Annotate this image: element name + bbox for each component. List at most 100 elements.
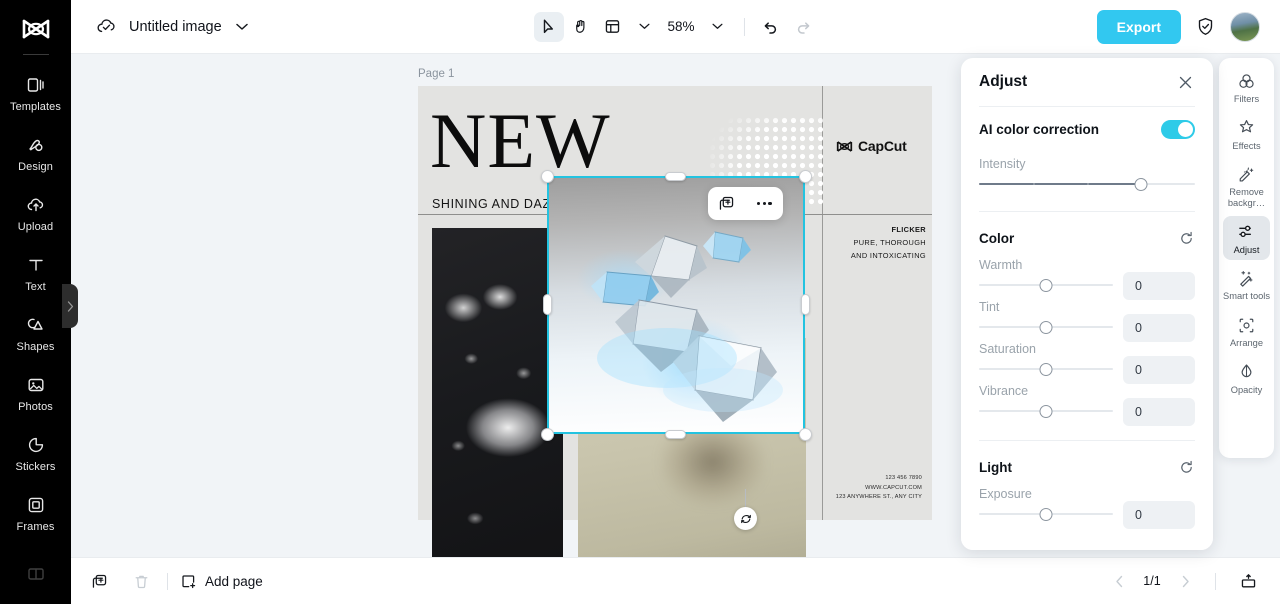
sidebar-item-design[interactable]: Design — [0, 123, 71, 183]
intensity-slider[interactable] — [979, 171, 1195, 197]
resize-handle-bottom-left[interactable] — [541, 428, 554, 441]
layout-tool-button[interactable] — [597, 12, 627, 42]
duplicate-page-icon — [92, 574, 106, 588]
cloud-saved-icon[interactable] — [95, 16, 117, 38]
resize-handle-middle-right[interactable] — [801, 294, 810, 315]
add-page-label: Add page — [205, 573, 263, 589]
capcut-editor-window: Templates Design Upload Text Shapes Phot… — [0, 0, 1280, 604]
design-contact-block[interactable]: 123 456 7890 WWW.CAPCUT.COM 123 ANYWHERE… — [822, 474, 928, 503]
flicker-line-3: AND INTOXICATING — [850, 250, 926, 260]
chevron-right-icon — [1182, 575, 1189, 587]
sidebar-item-label: Upload — [17, 220, 54, 233]
sidebar-collapse-toggle[interactable] — [62, 284, 78, 328]
resize-handle-bottom-center[interactable] — [665, 430, 686, 439]
vibrance-slider-knob[interactable] — [1039, 404, 1053, 418]
duplicate-layer-button[interactable] — [714, 191, 740, 217]
saturation-slider[interactable] — [979, 356, 1113, 382]
sidebar-item-stickers[interactable]: Stickers — [0, 424, 71, 484]
right-tool-adjust[interactable]: Adjust — [1223, 215, 1270, 261]
sidebar-item-frames[interactable]: Frames — [0, 484, 71, 544]
rotate-handle-button[interactable] — [734, 507, 757, 530]
design-flicker-block[interactable]: FLICKER PURE, THOROUGH AND INTOXICATING — [830, 224, 926, 263]
present-button[interactable] — [1234, 567, 1262, 595]
hand-tool-button[interactable] — [565, 12, 595, 42]
resize-handle-middle-left[interactable] — [543, 294, 552, 315]
more-options-button[interactable] — [751, 191, 777, 217]
right-tool-remove-background[interactable]: Remove backgr… — [1223, 158, 1270, 213]
project-menu-chevron-down-icon[interactable] — [234, 19, 250, 35]
shield-check-icon[interactable] — [1195, 16, 1216, 37]
resize-handle-top-center[interactable] — [665, 172, 686, 181]
previous-page-button[interactable] — [1107, 569, 1131, 593]
adjust-panel-header: Adjust — [961, 58, 1213, 106]
intensity-slider-knob[interactable] — [1134, 177, 1148, 191]
right-tool-effects[interactable]: Effects — [1223, 112, 1270, 157]
hand-icon — [576, 19, 585, 33]
exposure-control-row: Exposure 0 — [979, 487, 1195, 529]
undo-button[interactable] — [756, 12, 786, 42]
sidebar-item-label: Stickers — [15, 461, 56, 474]
tint-slider-knob[interactable] — [1039, 320, 1053, 334]
close-icon[interactable] — [1175, 72, 1195, 92]
contact-line-address: 123 ANYWHERE ST., ANY CITY — [835, 494, 922, 500]
sidebar-item-templates[interactable]: Templates — [0, 63, 71, 123]
design-icon — [25, 134, 47, 156]
warmth-value-input[interactable]: 0 — [1123, 272, 1195, 300]
right-tool-filters[interactable]: Filters — [1223, 65, 1270, 110]
zoom-level-value[interactable]: 58% — [661, 19, 700, 34]
resize-handle-top-left[interactable] — [541, 170, 554, 183]
exposure-value-input[interactable]: 0 — [1123, 501, 1195, 529]
add-page-icon — [180, 573, 197, 590]
tint-value-input[interactable]: 0 — [1123, 314, 1195, 342]
smart-tools-wand-icon — [1237, 268, 1257, 288]
next-page-button[interactable] — [1173, 569, 1197, 593]
zoom-chevron-down-icon[interactable] — [703, 12, 733, 42]
sidebar-item-more[interactable] — [0, 544, 71, 604]
exposure-slider[interactable] — [979, 501, 1113, 527]
color-reset-icon[interactable] — [1177, 229, 1195, 247]
redo-arrow-icon — [797, 21, 809, 34]
right-tool-opacity[interactable]: Opacity — [1223, 356, 1270, 401]
vibrance-slider[interactable] — [979, 398, 1113, 424]
redo-button[interactable] — [788, 12, 818, 42]
vibrance-value-input[interactable]: 0 — [1123, 398, 1195, 426]
resize-handle-top-right[interactable] — [799, 170, 812, 183]
tint-slider[interactable] — [979, 314, 1113, 340]
remove-background-icon — [1237, 164, 1257, 184]
saturation-slider-knob[interactable] — [1039, 362, 1053, 376]
slider-tick — [1033, 183, 1035, 185]
design-headline[interactable]: NEW — [430, 101, 611, 179]
design-photo-bw-diamonds[interactable] — [432, 228, 563, 557]
chevron-left-icon — [1115, 575, 1122, 587]
export-button[interactable]: Export — [1096, 9, 1181, 44]
sidebar-item-upload[interactable]: Upload — [0, 183, 71, 243]
sidebar-item-text[interactable]: Text — [0, 243, 71, 303]
right-tool-label: Remove backgr… — [1227, 187, 1266, 209]
sidebar-item-photos[interactable]: Photos — [0, 364, 71, 424]
sidebar-item-label: Design — [18, 160, 53, 173]
ai-color-correction-toggle[interactable] — [1161, 119, 1195, 139]
right-tool-arrange[interactable]: Arrange — [1223, 309, 1270, 354]
right-tool-smart-tools[interactable]: Smart tools — [1223, 262, 1270, 307]
project-title[interactable]: Untitled image — [129, 19, 222, 35]
sidebar-item-shapes[interactable]: Shapes — [0, 303, 71, 363]
light-reset-icon[interactable] — [1177, 458, 1195, 476]
bottom-divider — [167, 572, 168, 590]
capcut-logo-icon[interactable] — [16, 10, 56, 48]
duplicate-page-button[interactable] — [85, 567, 113, 595]
vibrance-control-row: Vibrance 0 — [979, 384, 1195, 426]
ai-color-correction-row: AI color correction — [979, 107, 1195, 151]
warmth-slider[interactable] — [979, 272, 1113, 298]
select-tool-button[interactable] — [533, 11, 564, 42]
capcut-logo-icon — [836, 140, 853, 153]
delete-page-button[interactable] — [127, 567, 155, 595]
layout-chevron-down-icon[interactable] — [629, 12, 659, 42]
adjust-panel: Adjust AI color correction Intensity Col… — [961, 58, 1213, 550]
warmth-slider-knob[interactable] — [1039, 278, 1053, 292]
add-page-button[interactable]: Add page — [180, 573, 263, 590]
resize-handle-bottom-right[interactable] — [799, 428, 812, 441]
saturation-value-input[interactable]: 0 — [1123, 356, 1195, 384]
user-avatar[interactable] — [1230, 11, 1260, 42]
design-brand-lockup[interactable]: CapCut — [836, 138, 907, 154]
exposure-slider-knob[interactable] — [1039, 507, 1053, 521]
